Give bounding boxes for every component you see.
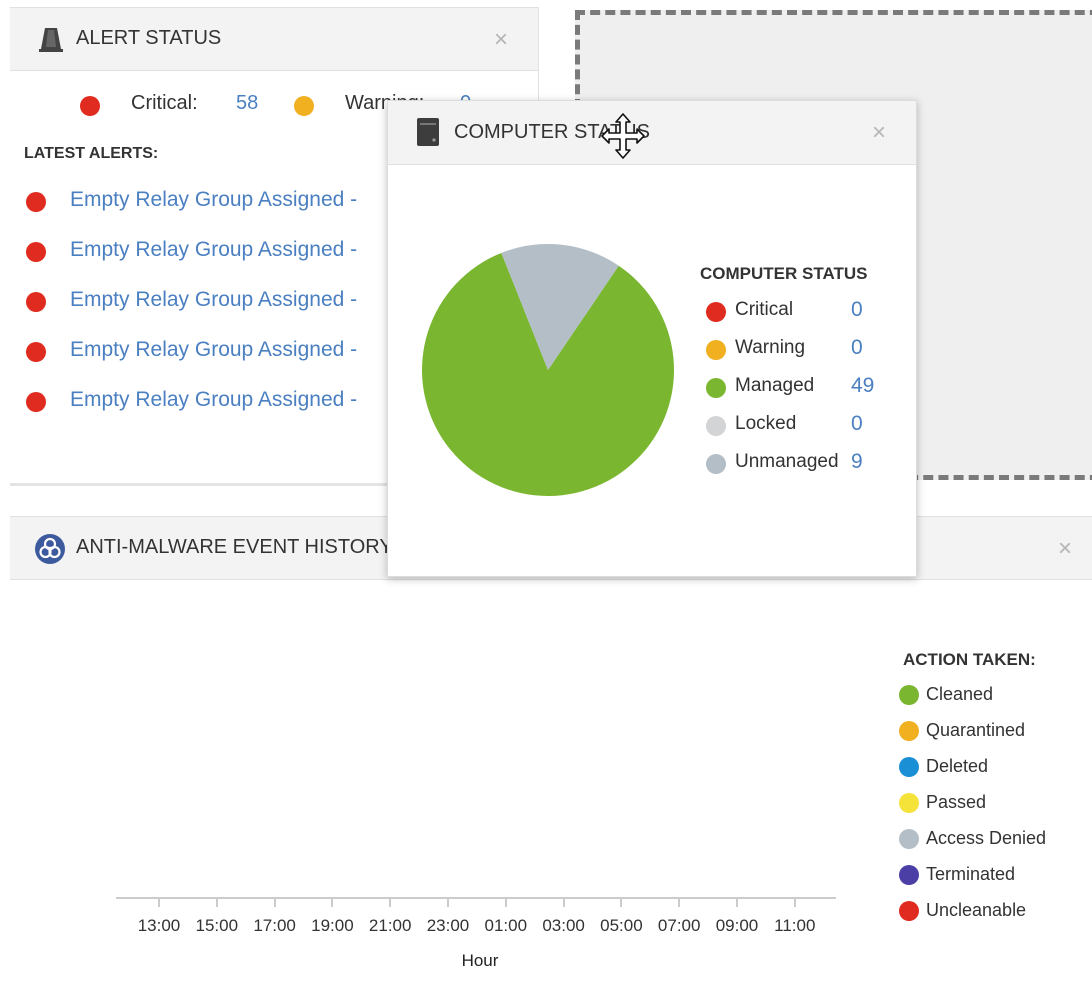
action-legend-title: ACTION TAKEN: — [903, 650, 1036, 669]
x-axis-tick-label: 19:00 — [311, 916, 354, 935]
alert-icon — [37, 25, 65, 58]
x-axis-tick — [562, 899, 565, 907]
x-axis-tick-label: 11:00 — [774, 916, 816, 935]
close-icon[interactable]: × — [1058, 537, 1072, 561]
legend-label: Quarantined — [926, 720, 1026, 740]
computer-status-widget[interactable]: COMPUTER STATUS × COMPUTER STATUS Critic… — [387, 100, 917, 577]
x-axis-tick-label: 23:00 — [426, 916, 470, 935]
legend-label: Cleaned — [926, 684, 994, 704]
x-axis-tick-label: 09:00 — [715, 916, 759, 935]
critical-dot — [26, 342, 46, 362]
alert-row[interactable]: Empty Relay Group Assigned - — [26, 284, 388, 318]
status-count[interactable]: 0 — [851, 336, 863, 360]
x-axis-tick — [793, 899, 796, 907]
critical-dot — [706, 302, 726, 322]
x-axis-tick-label: 05:00 — [600, 916, 643, 935]
x-axis-tick-label: 21:00 — [368, 916, 412, 935]
alert-link[interactable]: Empty Relay Group Assigned - — [70, 188, 357, 212]
legend-dot — [899, 757, 919, 777]
warning-dot — [294, 96, 314, 116]
status-critical[interactable]: Critical 0 — [706, 298, 886, 325]
x-axis-tick — [158, 899, 160, 907]
status-unmanaged[interactable]: Unmanaged 9 — [706, 450, 886, 477]
status-count[interactable]: 49 — [851, 374, 874, 398]
legend-label: Deleted — [926, 756, 989, 776]
move-cursor-icon — [600, 112, 646, 165]
critical-dot — [26, 242, 46, 262]
computer-icon — [416, 117, 440, 152]
x-axis-tick-label: 15:00 — [195, 916, 239, 935]
x-axis-label: Hour — [461, 951, 499, 970]
legend-dot — [899, 829, 919, 849]
x-axis-tick — [620, 899, 623, 907]
computer-status-pie — [422, 244, 674, 496]
legend-dot — [899, 685, 919, 705]
critical-dot — [80, 96, 100, 116]
computer-status-legend-title: COMPUTER STATUS — [700, 264, 868, 283]
status-count[interactable]: 9 — [851, 450, 863, 474]
alert-link[interactable]: Empty Relay Group Assigned - — [70, 288, 357, 312]
computer-status-header[interactable]: COMPUTER STATUS × — [388, 101, 916, 165]
status-label: Managed — [735, 375, 815, 396]
managed-dot — [706, 378, 726, 398]
x-axis-tick-label: 07:00 — [657, 916, 701, 935]
legend-dot — [899, 793, 919, 813]
x-axis-tick-label: 17:00 — [253, 916, 296, 935]
legend-dot — [899, 865, 919, 885]
x-axis-tick — [447, 899, 449, 907]
alert-row[interactable]: Empty Relay Group Assigned - — [26, 334, 388, 368]
x-axis-tick-label: 01:00 — [484, 916, 528, 935]
alert-status-title: ALERT STATUS — [76, 27, 222, 49]
alert-link[interactable]: Empty Relay Group Assigned - — [70, 238, 357, 262]
legend-dot — [899, 901, 919, 921]
close-icon[interactable]: × — [494, 28, 508, 52]
biohazard-icon — [35, 534, 65, 569]
x-axis-tick — [273, 899, 276, 907]
critical-dot — [26, 192, 46, 212]
x-axis-line — [116, 897, 836, 899]
x-axis-tick-label: 13:00 — [137, 916, 181, 935]
legend-label: Access Denied — [926, 828, 1047, 848]
status-locked[interactable]: Locked 0 — [706, 412, 886, 439]
status-managed[interactable]: Managed 49 — [706, 374, 886, 401]
x-axis-tick — [736, 899, 738, 907]
status-warning[interactable]: Warning 0 — [706, 336, 886, 363]
unmanaged-dot — [706, 454, 726, 474]
x-axis-tick — [215, 899, 218, 907]
status-label: Locked — [735, 413, 797, 434]
close-icon[interactable]: × — [872, 121, 886, 145]
alert-link[interactable]: Empty Relay Group Assigned - — [70, 338, 357, 362]
warning-dot — [706, 340, 726, 360]
status-count[interactable]: 0 — [851, 298, 863, 322]
locked-dot — [706, 416, 726, 436]
status-label: Warning — [735, 337, 806, 358]
alert-link[interactable]: Empty Relay Group Assigned - — [70, 388, 357, 412]
status-label: Unmanaged — [735, 451, 839, 472]
legend-label: Uncleanable — [926, 900, 1027, 920]
x-axis-tick-label: 03:00 — [542, 916, 585, 935]
x-axis-tick — [389, 899, 392, 907]
legend-label: Passed — [926, 792, 987, 812]
status-count[interactable]: 0 — [851, 412, 863, 436]
critical-dot — [26, 292, 46, 312]
x-axis-tick — [331, 899, 334, 907]
anti-malware-title: ANTI-MALWARE EVENT HISTORY — [76, 536, 393, 558]
alert-row[interactable]: Empty Relay Group Assigned - — [26, 184, 388, 218]
legend-dot — [899, 721, 919, 741]
status-label: Critical — [735, 299, 794, 320]
latest-alerts-label: LATEST ALERTS: — [24, 145, 159, 162]
alert-row[interactable]: Empty Relay Group Assigned - — [26, 384, 388, 418]
critical-count[interactable]: 58 — [236, 92, 258, 115]
widget-divider — [10, 483, 390, 486]
critical-dot — [26, 392, 46, 412]
x-axis-tick — [504, 899, 507, 907]
alert-row[interactable]: Empty Relay Group Assigned - — [26, 234, 388, 268]
alert-status-header[interactable]: ALERT STATUS × — [10, 7, 538, 71]
legend-label: Terminated — [926, 864, 1016, 884]
x-axis-tick — [678, 899, 681, 907]
critical-label: Critical: — [131, 92, 198, 114]
